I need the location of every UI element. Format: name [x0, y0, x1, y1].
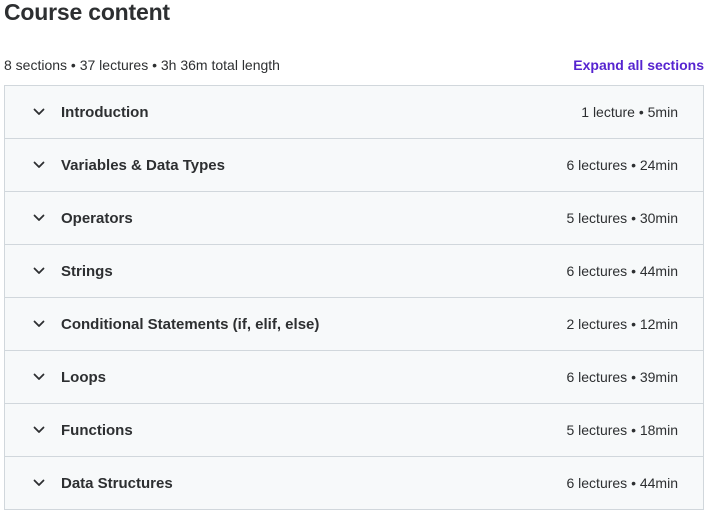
- section-title: Variables & Data Types: [61, 156, 225, 174]
- section-header-operators[interactable]: Operators 5 lectures • 30min: [5, 192, 703, 245]
- section-meta: 5 lectures • 18min: [566, 422, 678, 438]
- section-title: Operators: [61, 209, 133, 227]
- section-header-variables-data-types[interactable]: Variables & Data Types 6 lectures • 24mi…: [5, 139, 703, 192]
- section-title: Conditional Statements (if, elif, else): [61, 315, 320, 333]
- sections-accordion: Introduction 1 lecture • 5min Variables …: [4, 85, 704, 510]
- section-title: Strings: [61, 262, 113, 280]
- section-header-data-structures[interactable]: Data Structures 6 lectures • 44min: [5, 457, 703, 510]
- section-meta: 1 lecture • 5min: [581, 104, 678, 120]
- chevron-down-icon: [32, 264, 46, 278]
- chevron-down-icon: [32, 476, 46, 490]
- section-meta: 6 lectures • 44min: [566, 263, 678, 279]
- section-meta: 6 lectures • 24min: [566, 157, 678, 173]
- section-header-functions[interactable]: Functions 5 lectures • 18min: [5, 404, 703, 457]
- page-title: Course content: [4, 0, 170, 25]
- chevron-down-icon: [32, 317, 46, 331]
- course-summary-bar: 8 sections • 37 lectures • 3h 36m total …: [4, 55, 704, 75]
- section-header-strings[interactable]: Strings 6 lectures • 44min: [5, 245, 703, 298]
- section-header-conditional-statements[interactable]: Conditional Statements (if, elif, else) …: [5, 298, 703, 351]
- course-summary: 8 sections • 37 lectures • 3h 36m total …: [4, 57, 280, 73]
- section-header-loops[interactable]: Loops 6 lectures • 39min: [5, 351, 703, 404]
- section-title: Data Structures: [61, 474, 173, 492]
- section-meta: 6 lectures • 44min: [566, 475, 678, 491]
- section-meta: 5 lectures • 30min: [566, 210, 678, 226]
- chevron-down-icon: [32, 423, 46, 437]
- chevron-down-icon: [32, 158, 46, 172]
- chevron-down-icon: [32, 105, 46, 119]
- chevron-down-icon: [32, 370, 46, 384]
- section-header-introduction[interactable]: Introduction 1 lecture • 5min: [5, 86, 703, 139]
- section-meta: 6 lectures • 39min: [566, 369, 678, 385]
- chevron-down-icon: [32, 211, 46, 225]
- section-title: Introduction: [61, 103, 149, 121]
- section-title: Loops: [61, 368, 106, 386]
- section-meta: 2 lectures • 12min: [566, 316, 678, 332]
- expand-all-sections-button[interactable]: Expand all sections: [573, 57, 704, 73]
- section-title: Functions: [61, 421, 133, 439]
